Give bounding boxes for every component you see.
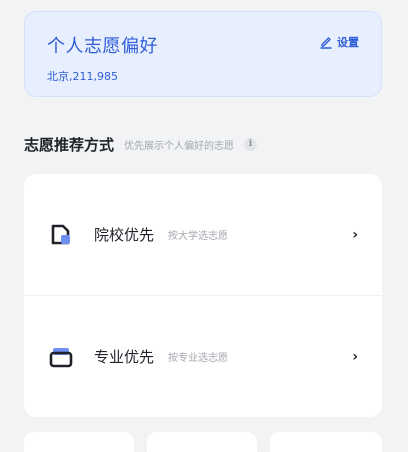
- section-title: 志愿推荐方式: [24, 136, 115, 154]
- preference-title: 个人志愿偏好: [47, 36, 158, 57]
- option-school-first[interactable]: 院校优先 按大学选志愿 ›: [24, 174, 382, 295]
- option-label: 专业优先: [94, 348, 155, 366]
- info-icon[interactable]: i: [244, 138, 258, 151]
- settings-button[interactable]: 设置: [319, 34, 359, 50]
- chevron-right-icon: ›: [352, 226, 358, 243]
- section-hint: 优先展示个人偏好的志愿: [124, 141, 235, 152]
- preference-summary: 北京,211,985: [47, 70, 118, 83]
- section-header: 志愿推荐方式 优先展示个人偏好的志愿 i: [24, 134, 258, 155]
- settings-label: 设置: [337, 36, 359, 49]
- major-icon: [48, 344, 74, 370]
- option-hint: 按大学选志愿: [168, 231, 229, 242]
- bottom-card[interactable]: [147, 432, 257, 452]
- option-hint: 按专业选志愿: [168, 353, 229, 364]
- chevron-right-icon: ›: [352, 348, 358, 365]
- option-label: 院校优先: [94, 226, 155, 244]
- bottom-card[interactable]: [24, 432, 134, 452]
- preference-card[interactable]: 个人志愿偏好 北京,211,985 设置: [24, 11, 382, 97]
- edit-icon: [319, 35, 333, 49]
- options-card: 院校优先 按大学选志愿 › 专业优先 按专业选志愿 ›: [24, 174, 382, 417]
- school-icon: [48, 222, 74, 248]
- bottom-card[interactable]: [270, 432, 382, 452]
- option-major-first[interactable]: 专业优先 按专业选志愿 ›: [24, 296, 382, 417]
